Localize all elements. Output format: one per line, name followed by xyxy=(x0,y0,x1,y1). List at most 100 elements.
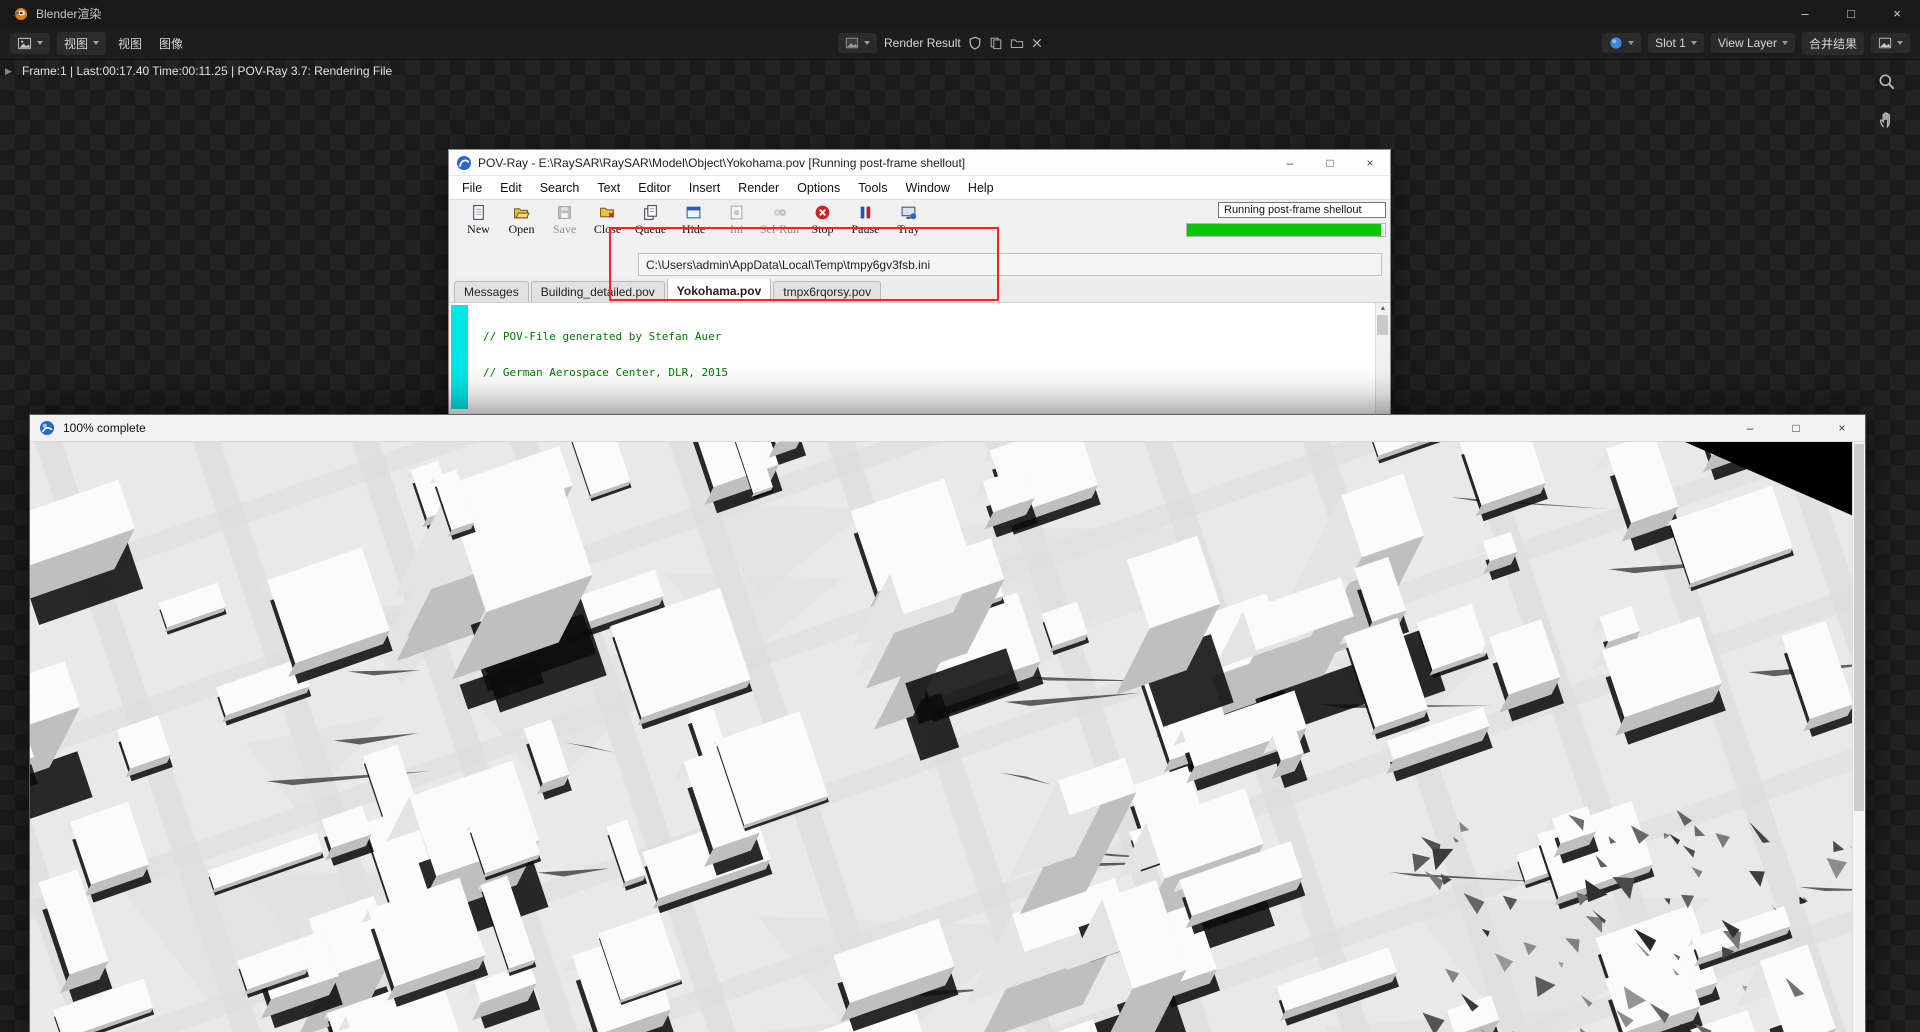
maximize-button[interactable]: □ xyxy=(1773,415,1819,441)
minimize-icon: – xyxy=(1747,421,1754,435)
blender-titlebar[interactable]: Blender渲染 – □ × xyxy=(0,0,1920,27)
povray-window-title: POV-Ray - E:\RaySAR\RaySAR\Model\Object\… xyxy=(478,156,965,170)
editor-type-dropdown[interactable] xyxy=(10,33,50,54)
toolbar-pause-button[interactable]: Pause xyxy=(844,200,887,237)
render-window: 100% complete – □ × xyxy=(29,414,1866,1032)
chevron-down-icon xyxy=(1782,41,1788,45)
copy-icon[interactable] xyxy=(989,36,1003,50)
render-window-titlebar[interactable]: 100% complete – □ × xyxy=(30,415,1865,442)
close-file-icon xyxy=(599,204,616,221)
toolbar-stop-button[interactable]: Stop xyxy=(801,200,844,237)
toolbar-new-button[interactable]: New xyxy=(457,200,500,237)
minimize-button[interactable]: – xyxy=(1782,0,1828,27)
slot-dropdown[interactable]: Slot 1 xyxy=(1648,33,1704,53)
zoom-tool-icon[interactable] xyxy=(1877,72,1896,96)
close-button[interactable]: × xyxy=(1874,0,1920,27)
tab-yokohama[interactable]: Yokohama.pov xyxy=(667,278,771,302)
code-line: // POV-File generated by Stefan Auer xyxy=(483,331,913,343)
code-marker xyxy=(451,305,468,409)
toolbar-label: Pause xyxy=(852,222,880,237)
menu-search[interactable]: Search xyxy=(531,179,589,197)
merge-result-button[interactable]: 合并结果 xyxy=(1802,32,1864,55)
close-button[interactable]: × xyxy=(1350,150,1390,175)
menu-text[interactable]: Text xyxy=(588,179,629,197)
mode-dropdown[interactable]: 视图 xyxy=(57,32,106,55)
minimize-button[interactable]: – xyxy=(1270,150,1310,175)
image-settings-dropdown[interactable] xyxy=(1871,33,1910,53)
toolbar-tray-button[interactable]: Tray xyxy=(887,200,930,237)
toolbar-save-button[interactable]: Save xyxy=(543,200,586,237)
progress-fill xyxy=(1187,224,1381,236)
render-progressbar xyxy=(1186,223,1386,237)
menu-file[interactable]: File xyxy=(453,179,491,197)
povray-toolbar: New Open Save Close Queue Hide xyxy=(449,200,1390,250)
menu-tools[interactable]: Tools xyxy=(849,179,896,197)
editor-scroll-thumb[interactable] xyxy=(1377,315,1388,335)
toolbar-selrun-button[interactable]: Sel-Run xyxy=(758,200,801,237)
menu-image[interactable]: 图像 xyxy=(154,32,188,55)
display-channel-dropdown[interactable] xyxy=(1602,33,1641,53)
menu-view[interactable]: 视图 xyxy=(113,32,147,55)
maximize-button[interactable]: □ xyxy=(1310,150,1350,175)
povray-titlebar[interactable]: POV-Ray - E:\RaySAR\RaySAR\Model\Object\… xyxy=(449,150,1390,176)
image-name[interactable]: Render Result xyxy=(884,36,961,50)
maximize-icon: □ xyxy=(1792,421,1799,435)
tray-icon xyxy=(900,204,917,221)
toolbar-close-button[interactable]: Close xyxy=(586,200,629,237)
maximize-button[interactable]: □ xyxy=(1828,0,1874,27)
window-title: Blender渲染 xyxy=(36,5,101,22)
chevron-down-icon xyxy=(1628,41,1634,45)
tab-messages[interactable]: Messages xyxy=(454,281,529,302)
render-scroll-thumb[interactable] xyxy=(1854,444,1864,811)
close-button[interactable]: × xyxy=(1819,415,1865,441)
menu-render[interactable]: Render xyxy=(729,179,788,197)
scroll-up-icon[interactable]: ▲ xyxy=(1380,305,1387,312)
save-floppy-icon xyxy=(556,204,573,221)
render-scrollbar[interactable] xyxy=(1852,442,1865,1032)
chevron-down-icon xyxy=(1691,41,1697,45)
tab-tmp-pov[interactable]: tmpx6rqorsy.pov xyxy=(773,281,881,302)
shellout-status-label: Running post-frame shellout xyxy=(1218,202,1386,218)
code-line: // German Aerospace Center, DLR, 2015 xyxy=(483,367,913,379)
region-expand-arrow-icon[interactable]: ▶ xyxy=(5,66,12,77)
toolbar-ini-button[interactable]: Ini xyxy=(715,200,758,237)
chevron-down-icon xyxy=(37,41,43,45)
sphere-icon xyxy=(1609,36,1623,50)
close-icon: × xyxy=(1838,421,1845,435)
minimize-icon: – xyxy=(1287,156,1294,170)
shellout-status: Running post-frame shellout xyxy=(1186,202,1386,237)
view-layer-dropdown[interactable]: View Layer xyxy=(1711,33,1795,53)
povray-window: POV-Ray - E:\RaySAR\RaySAR\Model\Object\… xyxy=(448,149,1391,449)
unlink-x-icon[interactable] xyxy=(1031,37,1043,49)
minimize-button[interactable]: – xyxy=(1727,415,1773,441)
toolbar-label: Stop xyxy=(811,222,833,237)
toolbar-queue-button[interactable]: Queue xyxy=(629,200,672,237)
folder-icon[interactable] xyxy=(1010,36,1024,50)
ini-path-field[interactable] xyxy=(638,253,1382,276)
menu-insert[interactable]: Insert xyxy=(680,179,729,197)
povray-menubar: File Edit Search Text Editor Insert Rend… xyxy=(449,176,1390,200)
fake-user-shield-icon[interactable] xyxy=(968,36,982,50)
close-icon: × xyxy=(1366,156,1373,170)
editor-tabbar: Messages Building_detailed.pov Yokohama.… xyxy=(449,279,1390,303)
toolbar-label: Open xyxy=(509,222,535,237)
ini-path-row xyxy=(449,250,1390,279)
tab-building-detailed[interactable]: Building_detailed.pov xyxy=(531,281,665,302)
image-editor-icon xyxy=(17,36,32,51)
toolbar-label: Queue xyxy=(635,222,666,237)
menu-edit[interactable]: Edit xyxy=(491,179,531,197)
merge-result-label: 合并结果 xyxy=(1809,35,1857,52)
image-browse-dropdown[interactable] xyxy=(838,33,877,53)
pan-hand-icon[interactable] xyxy=(1877,110,1896,134)
toolbar-hide-button[interactable]: Hide xyxy=(672,200,715,237)
menu-help[interactable]: Help xyxy=(959,179,1003,197)
open-folder-icon xyxy=(513,204,530,221)
toolbar-open-button[interactable]: Open xyxy=(500,200,543,237)
minimize-icon: – xyxy=(1801,6,1808,21)
menu-editor[interactable]: Editor xyxy=(629,179,680,197)
menu-window[interactable]: Window xyxy=(896,179,958,197)
chevron-down-icon xyxy=(93,41,99,45)
menu-options[interactable]: Options xyxy=(788,179,849,197)
image-icon xyxy=(845,36,859,50)
render-status-text: Frame:1 | Last:00:17.40 Time:00:11.25 | … xyxy=(22,64,392,78)
